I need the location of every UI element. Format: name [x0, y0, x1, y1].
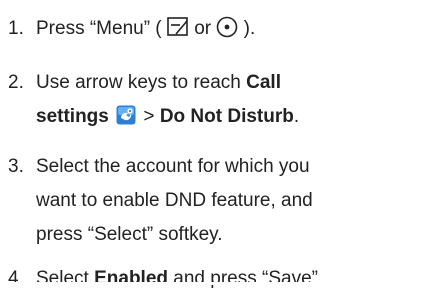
step-4-bold-enabled: Enabled	[94, 268, 168, 289]
step-2-end: .	[293, 106, 300, 127]
document-page: 1. Press “Menu” ( or ). 2. Use arrow keys …	[0, 0, 421, 289]
step-3-text-1: Select the account for which you	[36, 156, 310, 177]
step-1: 1. Press “Menu” ( or ).	[8, 12, 408, 46]
call-settings-icon	[116, 103, 136, 125]
step-2-bold-dnd: Do Not Disturb	[159, 106, 294, 127]
step-number: 3.	[8, 156, 24, 177]
ok-key-icon	[216, 16, 238, 38]
step-2-line-2: settings > Do Not Disturb.	[8, 100, 408, 134]
step-1-suffix: ).	[243, 18, 256, 39]
step-number: 2.	[8, 72, 24, 93]
step-3-line-1: 3. Select the account for which you	[8, 150, 408, 184]
step-2-bold-call: Call	[246, 72, 281, 93]
step-2: 2. Use arrow keys to reach Call settings …	[8, 66, 408, 134]
step-2-bold-settings: settings	[36, 106, 109, 127]
step-number: 1.	[8, 18, 24, 39]
step-3-line-2: want to enable DND feature, and	[36, 190, 313, 211]
step-2-separator: >	[143, 106, 155, 127]
step-1-or: or	[194, 18, 212, 39]
step-4-suffix: and press “Save”	[173, 268, 318, 289]
menu-key-icon	[167, 15, 189, 36]
step-text: Press “Menu” ( or ).	[36, 15, 256, 39]
step-4-prefix: Select	[36, 268, 89, 289]
step-3-line-3: press “Select” softkey.	[36, 224, 223, 245]
step-4: 4. Select Enabled and press “Save”	[8, 262, 408, 296]
step-2-line-1: 2. Use arrow keys to reach Call	[8, 66, 408, 100]
step-3: 3. Select the account for which you want …	[8, 150, 408, 252]
step-1-prefix: Press “Menu” (	[36, 18, 162, 39]
step-2-text: Use arrow keys to reach	[36, 72, 241, 93]
step-number: 4.	[8, 268, 24, 289]
